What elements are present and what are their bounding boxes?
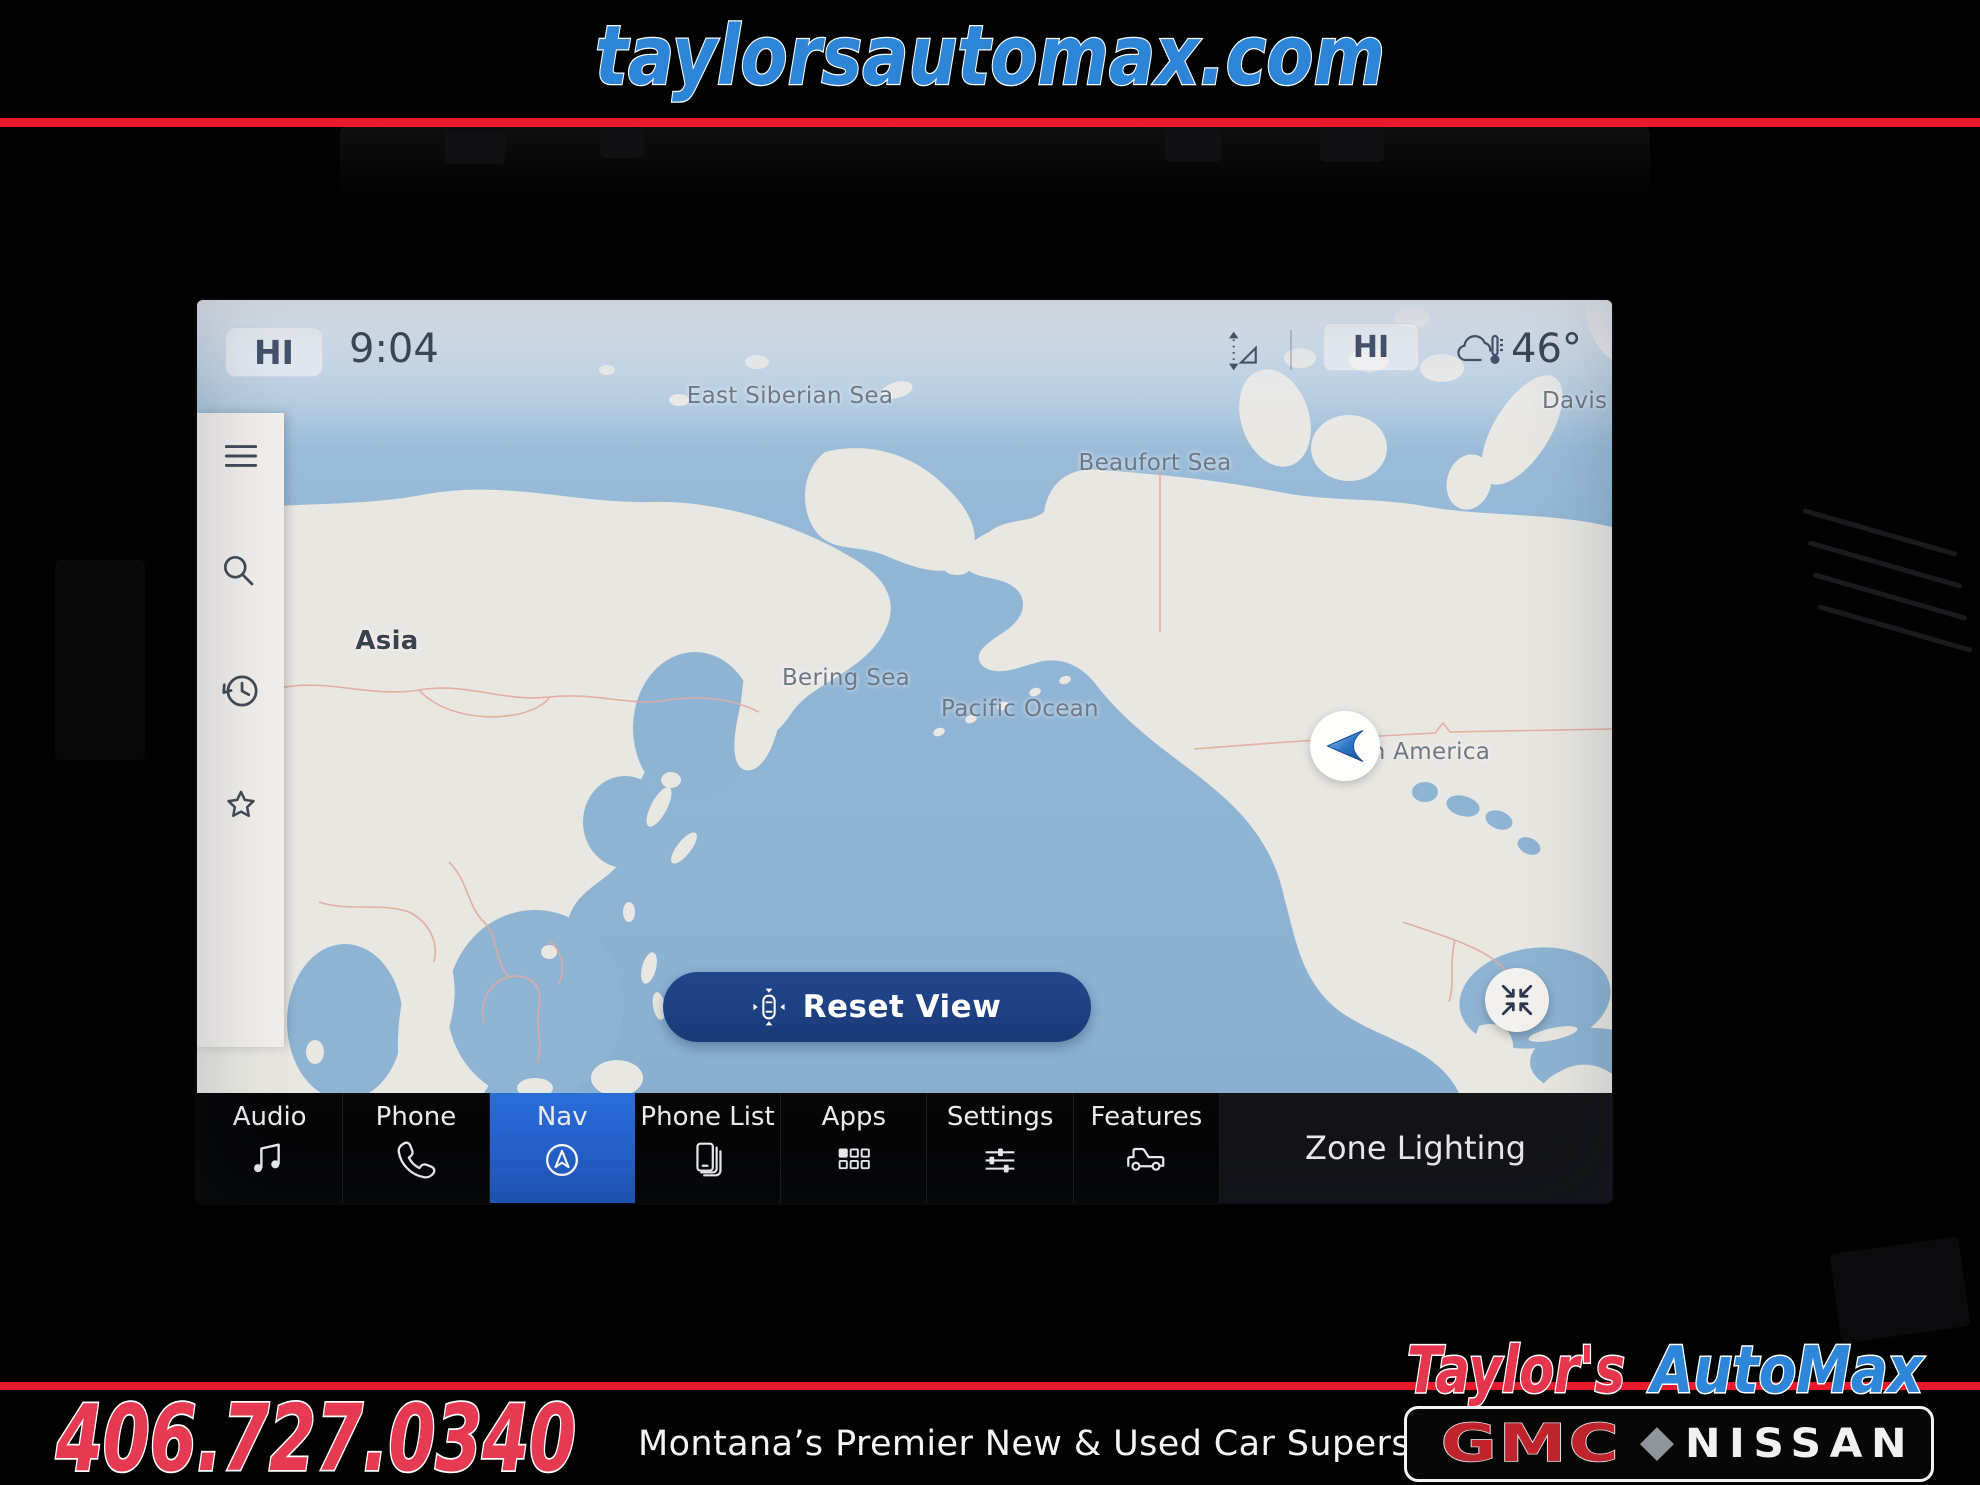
map-label-davis-strait: Davis S (1542, 388, 1612, 414)
diamond-separator-icon (1640, 1427, 1674, 1461)
reset-view-button[interactable]: Reset View (663, 972, 1091, 1042)
website-url: taylorsautomax.com (595, 9, 1385, 104)
tab-phone-list[interactable]: Phone List (635, 1093, 781, 1203)
dashboard-panel (55, 560, 145, 760)
vehicle-location-marker[interactable] (1310, 711, 1380, 781)
gmc-text: GMC (1441, 1416, 1621, 1472)
photo-backdrop: taylorsautomax.com (0, 0, 1980, 1485)
favorites-button[interactable] (218, 783, 264, 829)
tab-label: Phone List (640, 1102, 774, 1132)
menu-button[interactable] (218, 433, 264, 479)
nissan-logo: NISSAN (1683, 1419, 1931, 1469)
gmc-logo: GMC (1429, 1416, 1637, 1472)
tab-phone[interactable]: Phone (343, 1093, 489, 1203)
map-scale-icon[interactable] (1221, 330, 1259, 372)
center-vehicle-icon (753, 987, 785, 1027)
pickup-truck-icon (1123, 1137, 1169, 1183)
tab-label: Settings (947, 1102, 1054, 1132)
tab-settings[interactable]: Settings (927, 1093, 1073, 1203)
outside-temperature: 46° (1511, 326, 1582, 372)
tab-nav[interactable]: Nav (490, 1093, 635, 1203)
dealer-website-banner: taylorsautomax.com (540, 8, 1440, 104)
tab-label: Nav (537, 1102, 588, 1132)
brand-logos-box: GMC NISSAN (1404, 1406, 1934, 1482)
history-clock-icon (224, 677, 256, 705)
phone-list-icon (685, 1137, 731, 1183)
top-accent-line (0, 118, 1980, 127)
tab-label: Audio (233, 1102, 307, 1132)
infotainment-screen: East Siberian Sea Beaufort Sea Davis S A… (197, 300, 1612, 1203)
map-label-pacific-ocean: Pacific Ocean (941, 696, 1099, 722)
music-note-icon (247, 1137, 293, 1183)
dealer-name-second: AutoMax (1647, 1334, 1925, 1408)
dashboard-control (445, 130, 505, 164)
dealer-phone: 406.727.0340 (48, 1390, 628, 1485)
phone-number: 406.727.0340 (55, 1390, 576, 1485)
tab-label: Phone (376, 1102, 457, 1132)
drive-mode-label: HI (254, 333, 294, 372)
map-label-bering-sea: Bering Sea (782, 665, 910, 691)
tab-features[interactable]: Features (1074, 1093, 1220, 1203)
recent-destinations-button[interactable] (218, 668, 264, 714)
dashboard-strip (340, 124, 1650, 196)
collapse-view-button[interactable] (1485, 968, 1549, 1032)
tab-label: Features (1091, 1102, 1203, 1132)
hamburger-icon (226, 447, 255, 466)
search-button[interactable] (218, 550, 264, 596)
tab-zone-lighting[interactable]: Zone Lighting (1220, 1093, 1612, 1203)
status-divider (1290, 330, 1292, 370)
phone-handset-icon (393, 1137, 439, 1183)
tab-label: Zone Lighting (1305, 1129, 1526, 1167)
apps-grid-icon (831, 1137, 877, 1183)
settings-sliders-icon (977, 1137, 1023, 1183)
clock: 9:04 (349, 326, 439, 372)
star-icon (228, 792, 253, 816)
reset-view-label: Reset View (803, 989, 1002, 1025)
search-icon (225, 557, 252, 584)
tab-audio[interactable]: Audio (197, 1093, 343, 1203)
dealer-logo: Taylor's AutoMax (1383, 1326, 1953, 1410)
dealer-name-first: Taylor's (1407, 1334, 1625, 1408)
map-label-asia: Asia (355, 626, 418, 656)
dashboard-control (1320, 126, 1384, 162)
map-sidebar (197, 413, 284, 1047)
tab-label: Apps (822, 1102, 886, 1132)
nav-compass-icon (539, 1137, 585, 1183)
dashboard-control (1165, 128, 1221, 162)
drive-mode-label: HI (1353, 330, 1389, 365)
arrows-inward-icon (1498, 981, 1536, 1019)
dealer-tagline: Montana’s Premier New & Used Car Superst… (638, 1424, 1496, 1464)
drive-mode-chip-left[interactable]: HI (225, 327, 323, 377)
map-label-beaufort-sea: Beaufort Sea (1079, 450, 1232, 476)
vehicle-heading-arrow-icon (1323, 726, 1367, 766)
nissan-text: NISSAN (1685, 1421, 1915, 1467)
weather-cloud-thermometer-icon (1453, 330, 1505, 374)
map-label-east-siberian-sea: East Siberian Sea (687, 383, 893, 409)
feature-tab-bar: Audio Phone Nav (197, 1093, 1612, 1203)
drive-mode-chip-right[interactable]: HI (1323, 323, 1419, 371)
tab-apps[interactable]: Apps (781, 1093, 927, 1203)
dashboard-control (600, 128, 644, 158)
